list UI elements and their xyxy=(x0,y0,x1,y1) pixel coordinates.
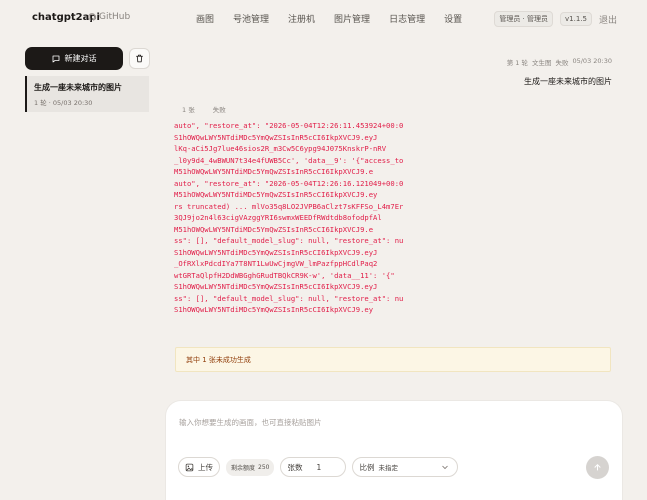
ratio-label: 比例 xyxy=(359,462,375,472)
version-badge: v1.1.5 xyxy=(560,12,592,26)
error-line: M51hOWQwLWY5NTdiMDc5YmQwZSIsInR5cCI6IkpX… xyxy=(174,167,374,176)
send-button[interactable] xyxy=(586,456,609,479)
ratio-value: 未指定 xyxy=(378,464,398,472)
top-bar: chatgpt2api GitHub 画图 号池管理 注册机 图片管理 日志管理… xyxy=(0,0,647,38)
prompt-input[interactable]: 输入你想要生成的画面，也可直接粘贴图片 xyxy=(179,417,322,428)
quota-badge: 剩余额度 250 xyxy=(226,458,275,476)
error-line: auto", "restore_at": "2026-05-04T12:26:1… xyxy=(174,121,403,130)
upload-button[interactable]: 上传 xyxy=(178,457,220,477)
composer: 输入你想要生成的画面，也可直接粘贴图片 上传 剩余额度 250 张数 1 比例 … xyxy=(165,400,623,500)
turn-time: 05/03 20:30 xyxy=(572,57,612,65)
turn-round: 第 1 轮 xyxy=(506,59,528,67)
count-label: 张数 xyxy=(287,462,303,472)
error-line: rs truncated) ... mlVo35q8LO2JVPB6aClzt7… xyxy=(174,201,403,211)
nav-draw[interactable]: 画图 xyxy=(196,12,214,25)
error-line: 3QJ9jo2n4l63cigVAzggYRI6swmxWEEDfRWdtdb8… xyxy=(174,213,382,222)
error-line: S1hOWQwLWY5NTdiMDc5YmQwZSIsInR5cCI6IkpXV… xyxy=(174,247,378,257)
arrow-up-icon xyxy=(594,463,601,471)
failure-notice: 其中 1 张未成功生成 xyxy=(175,347,611,372)
logout-link[interactable]: 退出 xyxy=(599,13,617,26)
chevron-down-icon xyxy=(442,465,449,470)
error-line: M51hOWQwLWY5NTdiMDc5YmQwZSIsInR5cCI6IkpX… xyxy=(174,224,374,234)
error-line: _l0y9d4_4wBWUN7t34e4fUWB5Cc', 'data__9':… xyxy=(174,155,403,165)
new-chat-label: 新建对话 xyxy=(64,54,97,63)
error-line: S1hOWQwLWY5NTdiMDc5YmQwZSIsInR5cCI6IkpXV… xyxy=(174,305,374,314)
nav-log-manage[interactable]: 日志管理 xyxy=(389,12,425,25)
new-chat-button[interactable]: 新建对话 xyxy=(25,47,123,70)
result-count: 1 张 xyxy=(182,106,195,114)
error-line: lKq-aCi5Jg7lue46sios2R_m3Cw5C6ypg94J075K… xyxy=(174,144,387,153)
error-line: ss": [], "default_model_slug": null, "re… xyxy=(174,236,403,245)
nav-settings[interactable]: 设置 xyxy=(444,12,462,25)
quota-value: 250 xyxy=(258,463,270,471)
turn-status: 失败 xyxy=(555,59,569,67)
conversation-meta: 1 轮 · 05/03 20:30 xyxy=(34,99,93,107)
nav-image-manage[interactable]: 图片管理 xyxy=(334,12,370,25)
composer-controls: 上传 剩余额度 250 张数 1 比例 未指定 xyxy=(178,457,459,477)
aspect-ratio-select[interactable]: 比例 未指定 xyxy=(352,457,459,477)
count-value: 1 xyxy=(316,462,322,472)
error-line: _OfRXlxPdcdIYa7T8NT1LwUwCjmgVW_lmPazfppH… xyxy=(174,259,378,268)
github-icon xyxy=(88,13,96,21)
quota-label: 剩余额度 xyxy=(231,464,256,472)
github-link[interactable]: GitHub xyxy=(88,12,130,22)
error-line: wtGRTaQlpfH2DdWBGghGRudTBQkCR9K-w', 'dat… xyxy=(174,270,395,280)
result-summary: 1 张 失败 xyxy=(182,104,226,114)
error-line: auto", "restore_at": "2026-05-04T12:26:1… xyxy=(174,178,403,188)
image-upload-icon xyxy=(185,463,194,471)
upload-label: 上传 xyxy=(198,462,213,472)
role-badge: 管理员 · 管理员 xyxy=(494,11,554,27)
header-right: 管理员 · 管理员 v1.1.5 退出 xyxy=(494,11,617,27)
error-line: S1hOWQwLWY5NTdiMDc5YmQwZSIsInR5cCI6IkpXV… xyxy=(174,282,378,291)
error-log: auto", "restore_at": "2026-05-04T12:26:1… xyxy=(174,120,403,342)
delete-button[interactable] xyxy=(129,48,150,69)
error-line: M51hOWQwLWY5NTdiMDc5YmQwZSIsInR5cCI6IkpX… xyxy=(174,190,378,199)
turn-mode: 文生图 xyxy=(531,59,552,67)
nav-account-pool[interactable]: 号池管理 xyxy=(233,12,269,25)
error-line: S1hOWQwLWY5NTdiMDc5YmQwZSIsInR5cCI6IkpXV… xyxy=(174,132,378,142)
nav-register[interactable]: 注册机 xyxy=(288,12,315,25)
conversation-item[interactable]: 生成一座未来城市的图片 1 轮 · 05/03 20:30 xyxy=(25,76,149,112)
conversation-title: 生成一座未来城市的图片 xyxy=(34,83,122,92)
result-status: 失败 xyxy=(212,106,226,114)
trash-icon xyxy=(136,54,143,63)
chat-plus-icon xyxy=(52,55,59,62)
image-count-input[interactable]: 张数 1 xyxy=(280,457,347,477)
turn-meta: 第 1 轮 文生图 失败 05/03 20:30 xyxy=(507,57,612,67)
user-prompt: 生成一座未来城市的图片 xyxy=(524,77,612,86)
error-line: ss": [], "default_model_slug": null, "re… xyxy=(174,293,403,303)
main-nav: 画图 号池管理 注册机 图片管理 日志管理 设置 xyxy=(196,12,462,25)
github-label: GitHub xyxy=(99,12,131,22)
